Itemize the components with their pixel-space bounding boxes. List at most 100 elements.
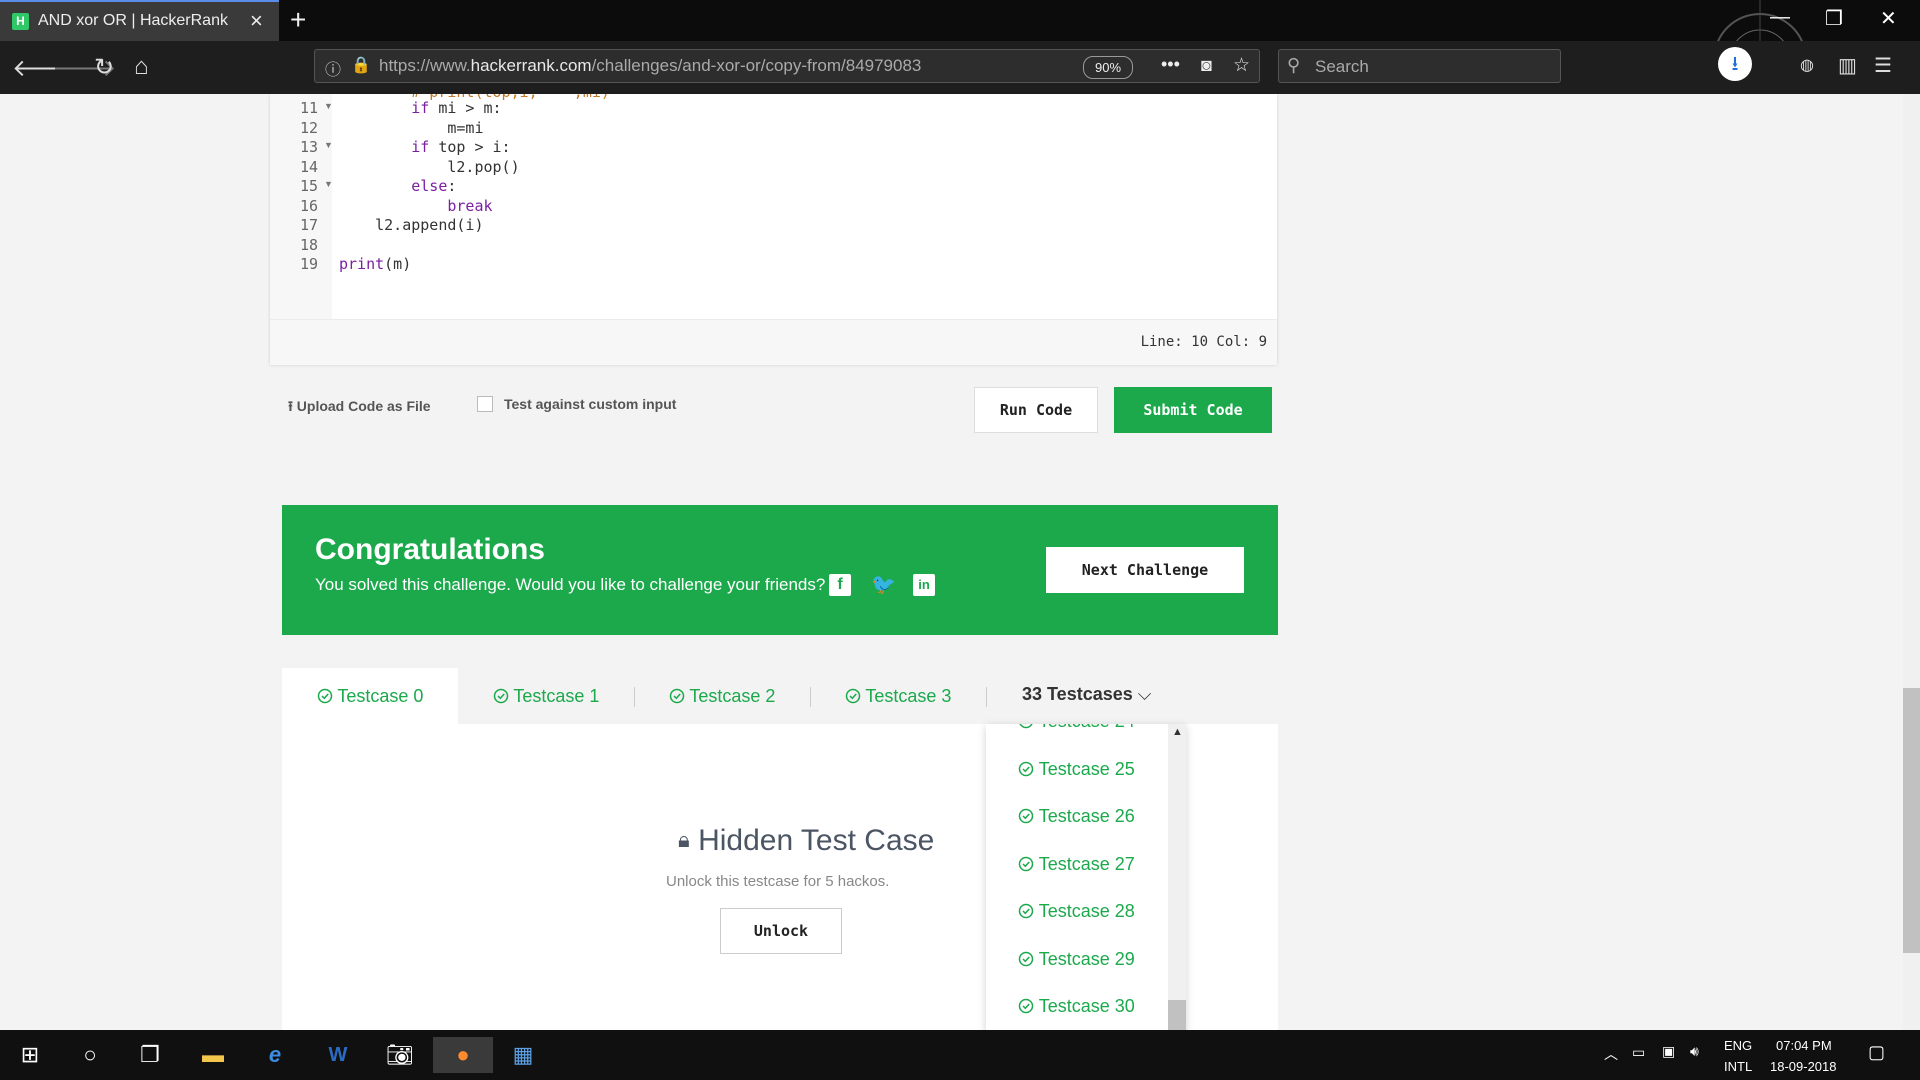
next-challenge-button[interactable]: Next Challenge <box>1046 547 1244 593</box>
hidden-test-title: 🔒︎ Hidden Test Case <box>678 824 934 858</box>
code-line: l2.append(i) <box>339 216 484 234</box>
check-circle-icon <box>1018 856 1034 877</box>
facebook-icon[interactable]: f <box>829 574 851 596</box>
tab-testcase-0[interactable]: Testcase 0 <box>282 668 458 724</box>
url-text: https://www.hackerrank.com/challenges/an… <box>379 56 921 76</box>
page-scroll-thumb[interactable] <box>1903 688 1920 953</box>
language-bottom[interactable]: INTL <box>1724 1059 1752 1074</box>
tray-chevron-up-icon[interactable]: ︿ <box>1604 1044 1618 1064</box>
banner-title: Congratulations <box>315 533 545 566</box>
dropdown-testcase-item[interactable]: Testcase 30 <box>1018 996 1135 1019</box>
download-icon[interactable]: ⭳ <box>1718 47 1752 81</box>
dropdown-item-label: Testcase 26 <box>1038 806 1135 826</box>
dropdown-testcase-item[interactable]: Testcase 25 <box>1018 759 1135 782</box>
scroll-up-icon[interactable]: ▲ <box>1172 726 1183 738</box>
congratulations-banner: Congratulations You solved this challeng… <box>282 505 1278 635</box>
code-editor[interactable]: # print(top,i," ",mi) 11▼ if mi > m:12 m… <box>270 94 1277 365</box>
tab-testcase-2[interactable]: Testcase 2 <box>634 668 810 724</box>
upload-icon: ⭱ <box>288 398 297 414</box>
cursor-position: Line: 10 Col: 9 <box>1140 334 1267 350</box>
upload-code-link[interactable]: ⭱ Upload Code as File <box>288 396 431 420</box>
url-host: hackerrank.com <box>470 56 592 75</box>
tab-label: Testcase 2 <box>689 686 776 706</box>
testcases-dropdown-menu: Testcase 24 Testcase 25 Testcase 26 Test… <box>986 724 1186 1030</box>
pocket-icon[interactable]: ◙ <box>1201 55 1212 76</box>
banner-subtitle: You solved this challenge. Would you lik… <box>315 575 826 594</box>
home-icon[interactable]: ⌂ <box>134 53 149 81</box>
menu-icon[interactable]: ☰ <box>1874 53 1892 78</box>
tab-testcase-3[interactable]: Testcase 3 <box>810 668 986 724</box>
file-explorer-icon[interactable]: ▬ <box>195 1037 231 1073</box>
battery-icon[interactable]: ▭ <box>1632 1044 1645 1061</box>
code-line: else: <box>411 177 457 195</box>
dropdown-testcase-item[interactable]: Testcase 29 <box>1018 949 1135 972</box>
cortana-search-icon[interactable]: ○ <box>72 1037 108 1073</box>
library-icon[interactable]: ▥ <box>1838 53 1857 78</box>
search-box[interactable]: ⚲ Search <box>1278 49 1561 83</box>
extension-icon[interactable]: ◍ <box>1800 55 1814 75</box>
page-actions-icon[interactable]: ••• <box>1161 54 1180 75</box>
info-icon[interactable]: ⓘ <box>325 56 341 80</box>
address-bar[interactable]: ⓘ 🔒 https://www.hackerrank.com/challenge… <box>314 49 1260 83</box>
new-tab-icon[interactable]: + <box>290 4 306 36</box>
tab-label: Testcase 1 <box>513 686 600 706</box>
custom-input-checkbox[interactable] <box>477 396 493 412</box>
tab-testcase-1[interactable]: Testcase 1 <box>458 668 634 724</box>
line-number: 11 <box>299 99 318 117</box>
page-content: # print(top,i," ",mi) 11▼ if mi > m:12 m… <box>0 94 1903 1030</box>
search-icon: ⚲ <box>1287 55 1301 75</box>
lock-icon: 🔒︎ <box>678 827 690 852</box>
windows-start-icon[interactable]: ⊞ <box>12 1037 48 1073</box>
dropdown-scrollbar[interactable] <box>1168 724 1186 1030</box>
check-circle-icon <box>1018 998 1034 1019</box>
reload-icon[interactable]: ↻ <box>94 53 114 82</box>
close-window-icon[interactable]: ✕ <box>1880 6 1897 31</box>
code-line: m=mi <box>339 118 484 137</box>
run-code-button[interactable]: Run Code <box>974 387 1098 433</box>
task-view-icon[interactable]: ❐ <box>132 1037 168 1073</box>
dropdown-testcase-item[interactable]: Testcase 27 <box>1018 854 1135 877</box>
language-top[interactable]: ENG <box>1724 1038 1752 1053</box>
control-panel-icon[interactable]: ▦ <box>505 1037 541 1073</box>
theme-decoration <box>1717 0 1803 41</box>
tab-label: Testcase 3 <box>865 686 952 706</box>
check-circle-icon <box>1018 903 1034 924</box>
check-circle-icon <box>1018 808 1034 829</box>
close-tab-icon[interactable]: × <box>250 8 263 34</box>
line-number: 18 <box>299 235 318 254</box>
bookmark-star-icon[interactable]: ☆ <box>1233 54 1250 77</box>
camera-icon[interactable]: 📷︎ <box>382 1037 418 1073</box>
check-circle-icon <box>1018 951 1034 972</box>
line-number: 19 <box>299 255 318 273</box>
dropdown-testcase-item[interactable]: Testcase 26 <box>1018 806 1135 829</box>
chevron-down-icon: ⌵ <box>1137 684 1152 704</box>
word-icon[interactable]: W <box>320 1037 356 1073</box>
clock-time[interactable]: 07:04 PM <box>1776 1038 1832 1053</box>
zoom-indicator[interactable]: 90% <box>1083 56 1133 79</box>
dropdown-scroll-thumb[interactable] <box>1168 1000 1186 1030</box>
dropdown-item-label: Testcase 29 <box>1038 948 1135 969</box>
fold-arrow-icon[interactable]: ▼ <box>324 179 333 189</box>
fold-arrow-icon[interactable]: ▼ <box>324 101 333 111</box>
browser-tab[interactable]: H AND xor OR | HackerRank × <box>0 0 279 41</box>
dropdown-testcase-item[interactable]: Testcase 24 <box>1018 724 1135 734</box>
edge-icon[interactable]: e <box>257 1037 293 1073</box>
firefox-icon[interactable]: ● <box>433 1037 493 1073</box>
fold-arrow-icon[interactable]: ▼ <box>324 140 333 150</box>
custom-input-label[interactable]: Test against custom input <box>504 396 676 412</box>
network-icon[interactable]: ▣ <box>1662 1043 1675 1060</box>
hackerrank-favicon-icon: H <box>12 13 29 30</box>
submit-code-button[interactable]: Submit Code <box>1114 387 1272 433</box>
volume-icon[interactable]: 🔊︎ <box>1690 1043 1699 1060</box>
dropdown-testcase-item[interactable]: Testcase 28 <box>1018 901 1135 924</box>
unlock-button[interactable]: Unlock <box>720 908 842 954</box>
linkedin-icon[interactable]: in <box>913 574 935 596</box>
twitter-icon[interactable]: 🐦 <box>871 574 896 596</box>
tab-label: Testcase 0 <box>337 686 424 706</box>
restore-icon[interactable]: ❐ <box>1825 6 1843 31</box>
notifications-icon[interactable]: ▢ <box>1868 1042 1885 1063</box>
more-testcases-dropdown[interactable]: 33 Testcases ⌵ <box>1022 668 1151 720</box>
clock-date[interactable]: 18-09-2018 <box>1770 1059 1837 1074</box>
minimize-icon[interactable]: — <box>1770 6 1790 29</box>
check-circle-icon <box>1018 724 1034 734</box>
